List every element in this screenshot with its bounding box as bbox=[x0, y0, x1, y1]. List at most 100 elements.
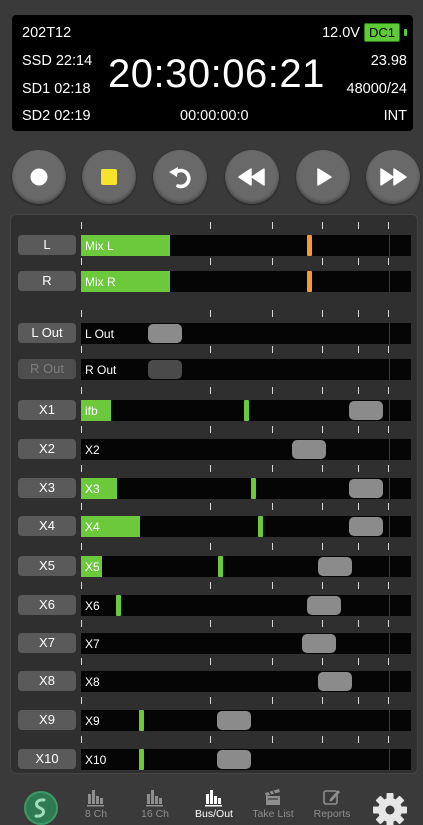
meter-tick bbox=[322, 346, 323, 353]
channel-button[interactable]: L bbox=[18, 235, 76, 255]
meter-bars-icon bbox=[66, 786, 126, 808]
meter-tick bbox=[81, 658, 82, 665]
tab-reports[interactable]: Reports bbox=[302, 786, 362, 824]
fast-forward-button[interactable] bbox=[366, 150, 420, 204]
fader-knob[interactable] bbox=[318, 672, 353, 691]
level-meter[interactable]: R Out bbox=[81, 359, 411, 380]
fader-knob[interactable] bbox=[306, 596, 341, 615]
meter-scale bbox=[81, 543, 411, 551]
tab-label: Reports bbox=[313, 808, 351, 820]
meter-tick bbox=[322, 697, 323, 704]
meter-end-line bbox=[389, 671, 390, 692]
meter-tick bbox=[210, 310, 211, 317]
meter-scale bbox=[81, 736, 411, 744]
frame-rate: 23.98 bbox=[370, 53, 407, 69]
channel-button[interactable]: X5 bbox=[18, 556, 76, 576]
channel-button[interactable]: X7 bbox=[18, 633, 76, 653]
tab-16-ch[interactable]: 16 Ch bbox=[125, 786, 185, 824]
level-meter[interactable]: X3 bbox=[81, 478, 411, 499]
level-meter[interactable]: X9 bbox=[81, 710, 411, 731]
meter-tick bbox=[210, 387, 211, 394]
level-meter[interactable]: X5 bbox=[81, 556, 411, 577]
meter-tick bbox=[272, 465, 273, 472]
meter-end-line bbox=[389, 323, 390, 344]
channel-button[interactable]: X8 bbox=[18, 671, 76, 691]
app-logo-icon[interactable] bbox=[24, 791, 58, 825]
channel-button[interactable]: R Out bbox=[18, 359, 76, 379]
level-meter[interactable]: X4 bbox=[81, 516, 411, 537]
fader-knob[interactable] bbox=[217, 711, 252, 730]
channel-button[interactable]: X2 bbox=[18, 439, 76, 459]
meter-tick bbox=[358, 426, 359, 433]
meter-tick bbox=[210, 543, 211, 550]
tab-8-ch[interactable]: 8 Ch bbox=[66, 786, 126, 824]
meter-tick bbox=[388, 736, 389, 743]
level-meter[interactable]: X10 bbox=[81, 749, 411, 770]
channel-button[interactable]: X4 bbox=[18, 516, 76, 536]
fader-knob[interactable] bbox=[217, 750, 252, 769]
fader-knob[interactable] bbox=[349, 401, 384, 420]
record-button[interactable] bbox=[12, 150, 66, 204]
peak-marker bbox=[244, 400, 250, 421]
level-meter[interactable]: X6 bbox=[81, 595, 411, 616]
channel-button[interactable]: X6 bbox=[18, 595, 76, 615]
fast-forward-icon bbox=[380, 168, 407, 186]
tab-bus-out[interactable]: Bus/Out bbox=[184, 786, 244, 824]
channel-button[interactable]: X1 bbox=[18, 400, 76, 420]
meter-tick bbox=[388, 346, 389, 353]
meter-tick bbox=[388, 658, 389, 665]
channel-label: X9 bbox=[85, 714, 100, 728]
meter-tick bbox=[388, 620, 389, 627]
fader-knob[interactable] bbox=[301, 634, 336, 653]
channel-button[interactable]: X10 bbox=[18, 749, 76, 769]
undo-button[interactable] bbox=[153, 150, 207, 204]
channel-button[interactable]: X3 bbox=[18, 478, 76, 498]
meter-end-line bbox=[389, 749, 390, 770]
play-button[interactable] bbox=[296, 150, 350, 204]
tab-bar: 8 Ch 16 Ch Bus/Out Take List Reports bbox=[0, 782, 423, 825]
meter-scale bbox=[81, 697, 411, 705]
channel-label: Mix L bbox=[85, 239, 114, 253]
fader-knob[interactable] bbox=[318, 557, 353, 576]
meter-tick bbox=[81, 426, 82, 433]
level-meter[interactable]: X2 bbox=[81, 439, 411, 460]
tab-label: Take List bbox=[252, 808, 294, 820]
level-meter[interactable]: L Out bbox=[81, 323, 411, 344]
meter-tick bbox=[210, 346, 211, 353]
channel-button[interactable]: R bbox=[18, 271, 76, 291]
fader-knob[interactable] bbox=[349, 479, 384, 498]
rewind-button[interactable] bbox=[225, 150, 279, 204]
tab-take-list[interactable]: Take List bbox=[243, 786, 303, 824]
meter-scale bbox=[81, 620, 411, 628]
project-name: 202T12 bbox=[22, 25, 72, 41]
channel-button[interactable]: L Out bbox=[18, 323, 76, 343]
level-meter[interactable]: X8 bbox=[81, 671, 411, 692]
channel-label: X3 bbox=[85, 482, 100, 496]
meter-tick bbox=[358, 387, 359, 394]
mixer-row: X1 ifb bbox=[11, 386, 419, 422]
mixer-row: X6 X6 bbox=[11, 581, 419, 617]
meter-tick bbox=[322, 620, 323, 627]
meter-tick bbox=[388, 310, 389, 317]
level-meter[interactable]: Mix R bbox=[81, 271, 411, 292]
fader-knob[interactable] bbox=[291, 440, 326, 459]
power-indicator: 12.0V DC1 bbox=[322, 23, 407, 42]
meter-tick bbox=[272, 258, 273, 265]
meter-tick bbox=[358, 658, 359, 665]
stop-button[interactable] bbox=[82, 150, 136, 204]
meter-tick bbox=[322, 658, 323, 665]
gear-icon[interactable] bbox=[372, 792, 408, 825]
meter-tick bbox=[358, 346, 359, 353]
meter-tick bbox=[210, 503, 211, 510]
fader-knob[interactable] bbox=[148, 324, 183, 343]
channel-button[interactable]: X9 bbox=[18, 710, 76, 730]
peak-marker bbox=[138, 710, 144, 731]
level-meter[interactable]: X7 bbox=[81, 633, 411, 654]
level-meter[interactable]: Mix L bbox=[81, 235, 411, 256]
fader-knob[interactable] bbox=[148, 360, 183, 379]
level-meter[interactable]: ifb bbox=[81, 400, 411, 421]
fader-knob[interactable] bbox=[349, 517, 384, 536]
peak-marker bbox=[307, 235, 313, 256]
meter-tick bbox=[210, 222, 211, 229]
meter-tick bbox=[272, 222, 273, 229]
